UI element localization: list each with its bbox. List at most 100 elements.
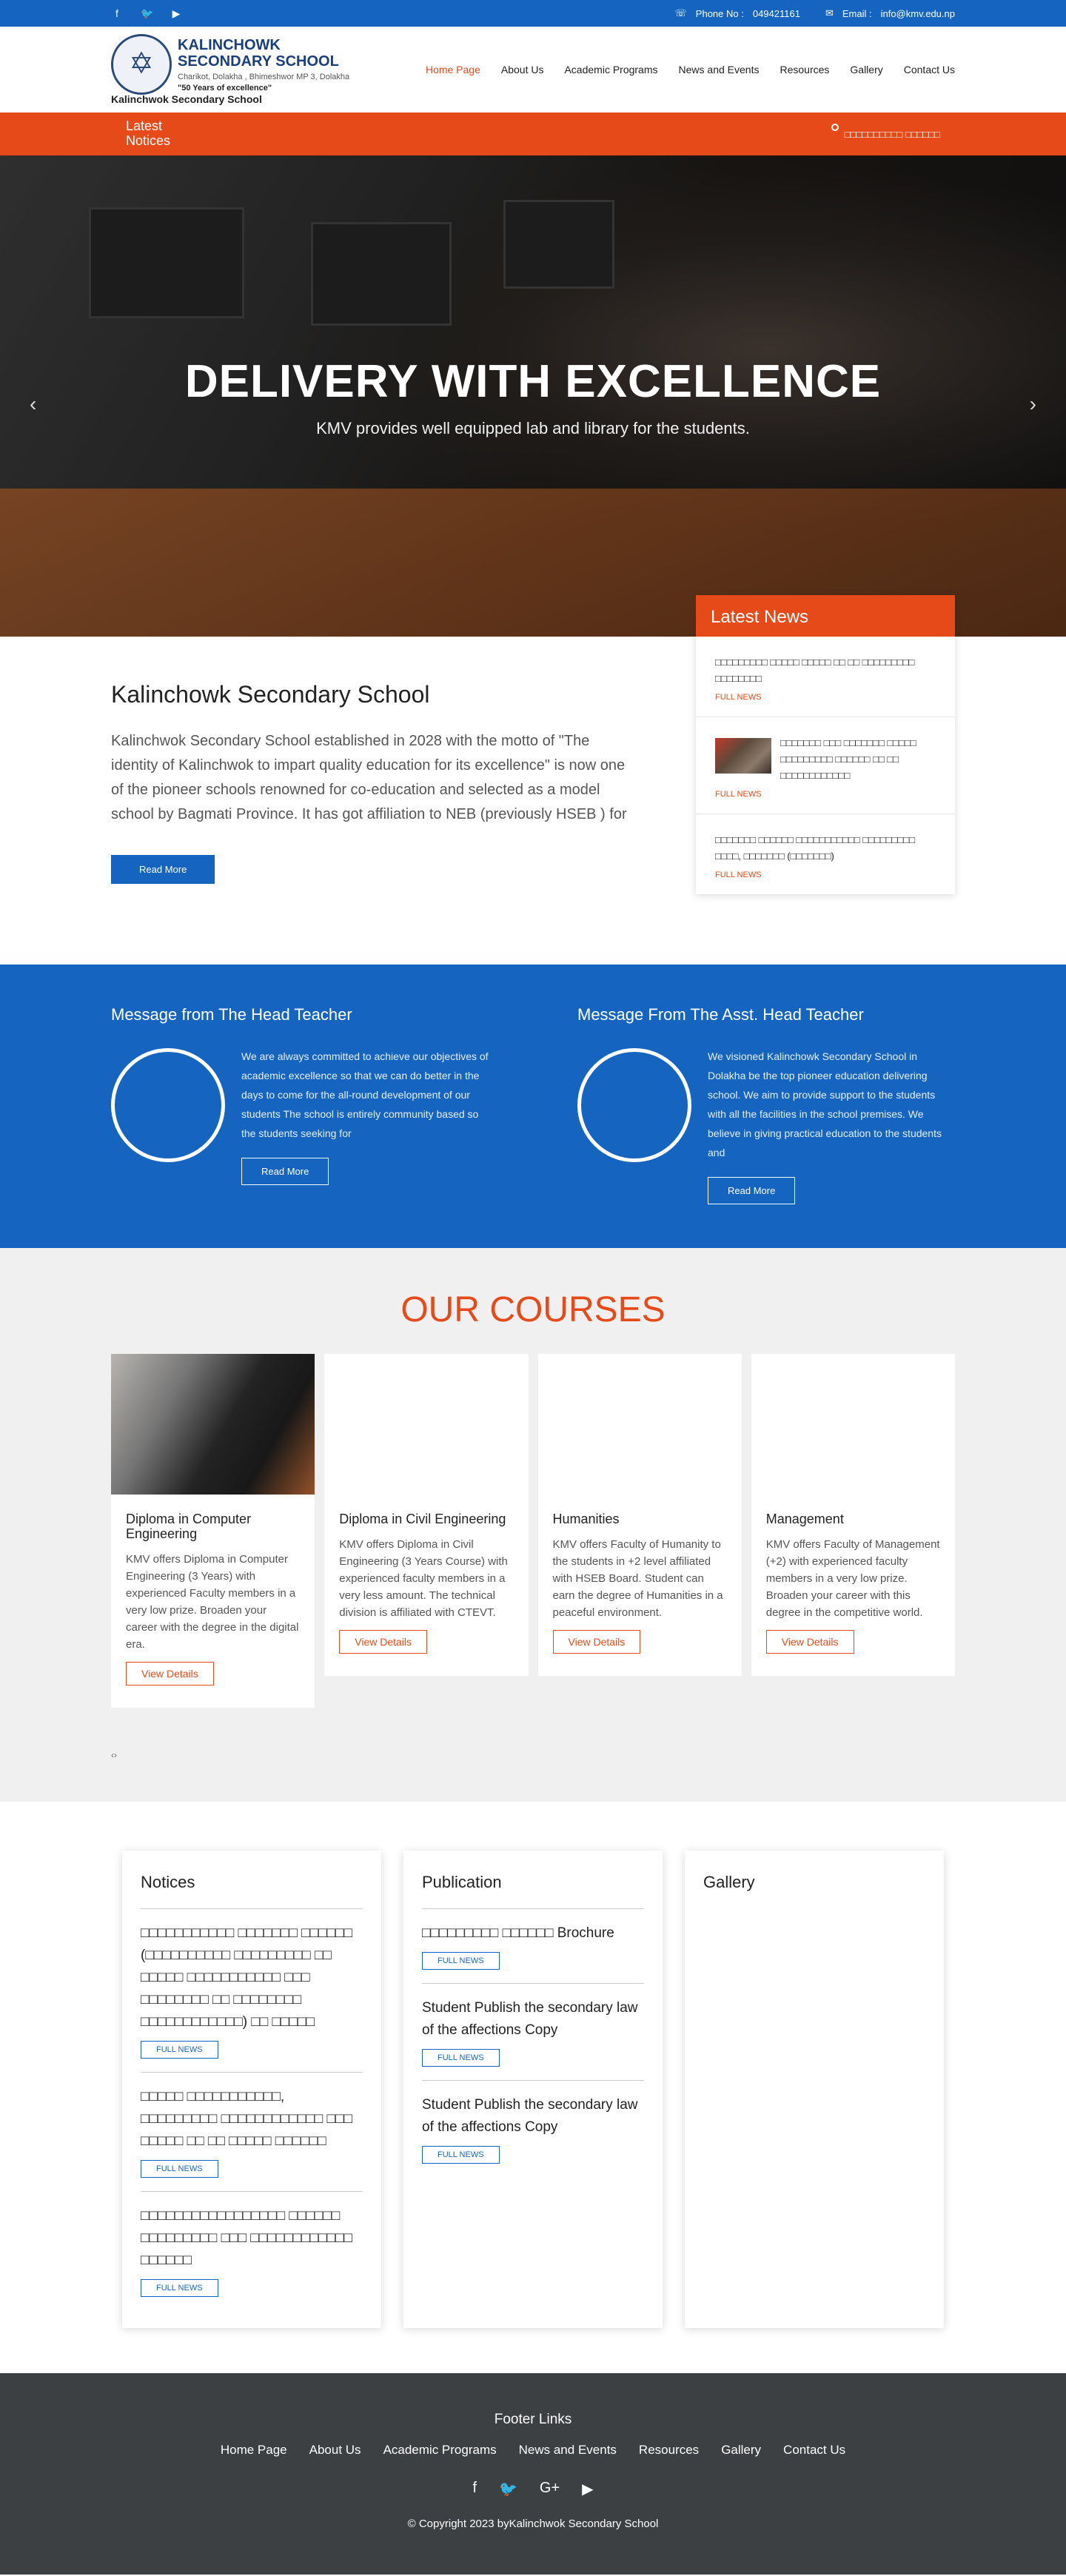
- nav-about[interactable]: About Us: [501, 64, 544, 76]
- course-description: KMV offers Faculty of Management (+2) wi…: [765, 1537, 940, 1619]
- hero-subtitle: KMV provides well equipped lab and libra…: [316, 419, 750, 437]
- full-news-link[interactable]: FULL NEWS: [715, 871, 936, 879]
- publication-text[interactable]: Student Publish the secondary law of the…: [422, 1997, 644, 2042]
- top-bar: f 🐦 ▶ ☏ Phone No : 049421161 ✉ Email : i…: [0, 0, 1066, 27]
- full-news-button[interactable]: FULL NEWS: [422, 2049, 500, 2067]
- course-card: Management KMV offers Faculty of Managem…: [751, 1354, 955, 1676]
- message-title: Message from The Head Teacher: [111, 1005, 352, 1024]
- footer-link-home[interactable]: Home Page: [221, 2443, 287, 2458]
- brand[interactable]: KALINCHOWK SECONDARY SCHOOL Charikot, Do…: [111, 27, 349, 113]
- email-address[interactable]: info@kmv.edu.np: [881, 8, 955, 19]
- school-name: KALINCHOWK SECONDARY SCHOOL: [178, 37, 339, 70]
- footer-social-links: f 🐦 G+ ▶: [0, 2480, 1066, 2498]
- full-news-link[interactable]: FULL NEWS: [715, 790, 936, 799]
- nav-contact[interactable]: Contact Us: [904, 64, 955, 76]
- head-teacher-read-more-button[interactable]: Read More: [241, 1158, 329, 1185]
- footer-links-title: Footer Links: [494, 2412, 572, 2427]
- full-news-button[interactable]: FULL NEWS: [422, 2146, 500, 2164]
- full-news-link[interactable]: FULL NEWS: [715, 693, 936, 702]
- school-address: Charikot, Dolakha , Bhimeshwor MP 3, Dol…: [178, 73, 350, 81]
- hero-image-monitor: [503, 200, 614, 289]
- news-item-text[interactable]: □□□□□□□ □□□ □□□□□□□ □□□□□ □□□□□□□□□ □□□□…: [780, 735, 936, 784]
- nav-home[interactable]: Home Page: [426, 64, 480, 76]
- slider-next-icon[interactable]: ›: [1030, 392, 1036, 416]
- courses-title: OUR COURSES: [400, 1290, 666, 1329]
- courses-section: OUR COURSES Diploma in Computer Engineer…: [0, 1248, 1066, 1802]
- notice-text[interactable]: □□□□□□□□□□□ □□□□□□□ □□□□□□ (□□□□□□□□□□ □…: [141, 1922, 363, 2033]
- course-description: KMV offers Diploma in Civil Engineering …: [339, 1537, 508, 1619]
- head-teacher-photo: [111, 1048, 225, 1162]
- message-text: We are always committed to achieve our o…: [241, 1050, 489, 1139]
- school-motto: "50 Years of excellence": [178, 84, 272, 93]
- publication-title: Publication: [422, 1873, 644, 1909]
- facebook-icon[interactable]: f: [472, 2480, 477, 2498]
- twitter-icon[interactable]: 🐦: [499, 2480, 517, 2498]
- full-news-button[interactable]: FULL NEWS: [141, 2160, 218, 2178]
- phone-icon: ☏: [674, 7, 687, 19]
- hero-image-monitor: [89, 207, 244, 318]
- news-item-text[interactable]: □□□□□□□ □□□□□□ □□□□□□□□□□□ □□□□□□□□□ □□□…: [715, 832, 936, 865]
- footer-link-academic-programs[interactable]: Academic Programs: [383, 2443, 497, 2458]
- hero-slider: DELIVERY WITH EXCELLENCE KMV provides we…: [0, 155, 1066, 637]
- course-title: Humanities: [552, 1512, 620, 1526]
- view-details-button[interactable]: View Details: [552, 1629, 641, 1654]
- notice-text[interactable]: □□□□□ □□□□□□□□□□□, □□□□□□□□□ □□□□□□□□□□□…: [141, 2086, 363, 2153]
- footer-link-news-events[interactable]: News and Events: [519, 2443, 617, 2458]
- news-item[interactable]: □□□□□□□ □□□ □□□□□□□ □□□□□ □□□□□□□□□ □□□□…: [696, 717, 955, 814]
- asst-head-teacher-message: Message From The Asst. Head Teacher We v…: [577, 1005, 955, 1204]
- main-nav: Home Page About Us Academic Programs New…: [426, 64, 955, 76]
- publication-item: □□□□□□□□□ □□□□□□ Brochure FULL NEWS: [422, 1909, 644, 1984]
- news-item[interactable]: □□□□□□□ □□□□□□ □□□□□□□□□□□ □□□□□□□□□ □□□…: [696, 814, 955, 894]
- courses-carousel-nav[interactable]: ‹›: [111, 1750, 117, 1760]
- view-details-button[interactable]: View Details: [339, 1629, 428, 1654]
- news-item[interactable]: □□□□□□□□□ □□□□□ □□□□□ □□ □□ □□□□□□□□□ □□…: [696, 637, 955, 717]
- twitter-icon[interactable]: 🐦: [141, 7, 153, 20]
- youtube-icon[interactable]: ▶: [582, 2480, 593, 2498]
- full-news-button[interactable]: FULL NEWS: [422, 1952, 500, 1970]
- footer-link-gallery[interactable]: Gallery: [721, 2443, 761, 2458]
- footer-link-about[interactable]: About Us: [309, 2443, 361, 2458]
- message-text: We visioned Kalinchowk Secondary School …: [708, 1050, 942, 1158]
- notice-ticker[interactable]: □□□□□□□□□□ □□□□□□: [831, 124, 940, 144]
- asst-head-teacher-read-more-button[interactable]: Read More: [708, 1177, 796, 1204]
- intro-title: Kalinchowk Secondary School: [111, 681, 430, 708]
- top-social-links: f 🐦 ▶: [111, 7, 182, 20]
- news-item-text[interactable]: □□□□□□□□□ □□□□□ □□□□□ □□ □□ □□□□□□□□□ □□…: [715, 654, 936, 687]
- view-details-button[interactable]: View Details: [765, 1629, 854, 1654]
- notices-title: Notices: [141, 1873, 363, 1909]
- full-news-button[interactable]: FULL NEWS: [141, 2041, 218, 2059]
- email-icon: ✉: [825, 7, 834, 19]
- course-image: [751, 1354, 955, 1495]
- phone-number[interactable]: 049421161: [753, 8, 800, 19]
- course-description: KMV offers Diploma in Computer Engineeri…: [126, 1552, 299, 1651]
- footer-link-resources[interactable]: Resources: [639, 2443, 699, 2458]
- footer-link-contact[interactable]: Contact Us: [783, 2443, 845, 2458]
- nav-academic-programs[interactable]: Academic Programs: [564, 64, 657, 76]
- nav-gallery[interactable]: Gallery: [850, 64, 882, 76]
- intro-read-more-button[interactable]: Read More: [111, 855, 215, 884]
- phone-label: Phone No :: [695, 7, 744, 19]
- notice-text[interactable]: □□□□□□□□□□□□□□□□□ □□□□□□ □□□□□□□□□ □□□ □…: [141, 2205, 363, 2272]
- notice-strip: Latest Notices □□□□□□□□□□ □□□□□□: [0, 113, 1066, 155]
- nav-resources[interactable]: Resources: [780, 64, 829, 76]
- google-plus-icon[interactable]: G+: [540, 2480, 560, 2498]
- latest-news-title: Latest News: [696, 595, 955, 637]
- publication-text[interactable]: □□□□□□□□□ □□□□□□ Brochure: [422, 1922, 644, 1945]
- head-teacher-message: Message from The Head Teacher We are alw…: [111, 1005, 489, 1204]
- top-contact-info: ☏ Phone No : 049421161 ✉ Email : info@km…: [675, 7, 955, 19]
- full-news-button[interactable]: FULL NEWS: [141, 2279, 218, 2297]
- news-thumbnail[interactable]: [715, 738, 771, 774]
- ticker-text[interactable]: □□□□□□□□□□ □□□□□□: [845, 129, 940, 140]
- course-title: Diploma in Civil Engineering: [339, 1512, 506, 1526]
- view-details-button[interactable]: View Details: [126, 1661, 214, 1686]
- facebook-icon[interactable]: f: [111, 7, 123, 20]
- school-logo[interactable]: [111, 34, 172, 95]
- publication-text[interactable]: Student Publish the secondary law of the…: [422, 2094, 644, 2139]
- youtube-icon[interactable]: ▶: [170, 7, 182, 20]
- course-card: Diploma in Computer Engineering KMV offe…: [111, 1354, 315, 1708]
- slider-prev-icon[interactable]: ‹: [30, 392, 36, 416]
- hero-image-monitor: [311, 222, 452, 326]
- nav-news-events[interactable]: News and Events: [679, 64, 760, 76]
- course-card: Diploma in Civil Engineering KMV offers …: [324, 1354, 529, 1676]
- intro-section: Kalinchowk Secondary School Kalinchwok S…: [0, 595, 1066, 965]
